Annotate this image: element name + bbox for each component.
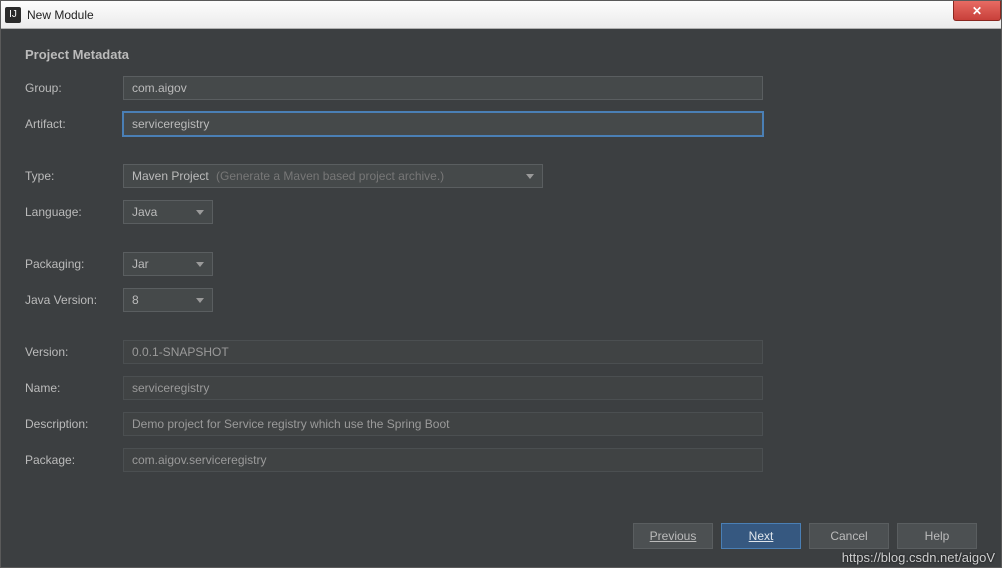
chevron-down-icon — [196, 298, 204, 303]
version-label: Version: — [25, 345, 115, 359]
button-bar: Previous Next Cancel Help — [633, 523, 977, 549]
form: Group: Artifact: Type: Maven Project (Ge… — [25, 76, 977, 472]
cancel-button[interactable]: Cancel — [809, 523, 889, 549]
packaging-value: Jar — [132, 257, 149, 271]
group-label: Group: — [25, 81, 115, 95]
previous-button[interactable]: Previous — [633, 523, 713, 549]
titlebar: IJ New Module ✕ — [1, 1, 1001, 29]
language-value: Java — [132, 205, 157, 219]
artifact-label: Artifact: — [25, 117, 115, 131]
watermark: https://blog.csdn.net/aigoV — [842, 550, 995, 565]
chevron-down-icon — [196, 262, 204, 267]
language-label: Language: — [25, 205, 115, 219]
chevron-down-icon — [526, 174, 534, 179]
package-input[interactable] — [123, 448, 763, 472]
artifact-input[interactable] — [123, 112, 763, 136]
new-module-window: IJ New Module ✕ Project Metadata Group: … — [0, 0, 1002, 568]
section-heading: Project Metadata — [25, 47, 977, 62]
type-label: Type: — [25, 169, 115, 183]
close-button[interactable]: ✕ — [953, 1, 1001, 21]
next-button[interactable]: Next — [721, 523, 801, 549]
java-version-select[interactable]: 8 — [123, 288, 213, 312]
close-icon: ✕ — [972, 4, 982, 18]
java-version-value: 8 — [132, 293, 139, 307]
app-icon: IJ — [5, 7, 21, 23]
group-input[interactable] — [123, 76, 763, 100]
name-input[interactable] — [123, 376, 763, 400]
java-version-label: Java Version: — [25, 293, 115, 307]
package-label: Package: — [25, 453, 115, 467]
description-input[interactable] — [123, 412, 763, 436]
packaging-select[interactable]: Jar — [123, 252, 213, 276]
chevron-down-icon — [196, 210, 204, 215]
version-input[interactable] — [123, 340, 763, 364]
window-title: New Module — [27, 8, 94, 22]
packaging-label: Packaging: — [25, 257, 115, 271]
description-label: Description: — [25, 417, 115, 431]
help-button[interactable]: Help — [897, 523, 977, 549]
type-value: Maven Project — [132, 169, 209, 183]
name-label: Name: — [25, 381, 115, 395]
type-hint: (Generate a Maven based project archive.… — [216, 169, 444, 183]
type-select[interactable]: Maven Project (Generate a Maven based pr… — [123, 164, 543, 188]
content-panel: Project Metadata Group: Artifact: Type: … — [1, 29, 1001, 567]
language-select[interactable]: Java — [123, 200, 213, 224]
